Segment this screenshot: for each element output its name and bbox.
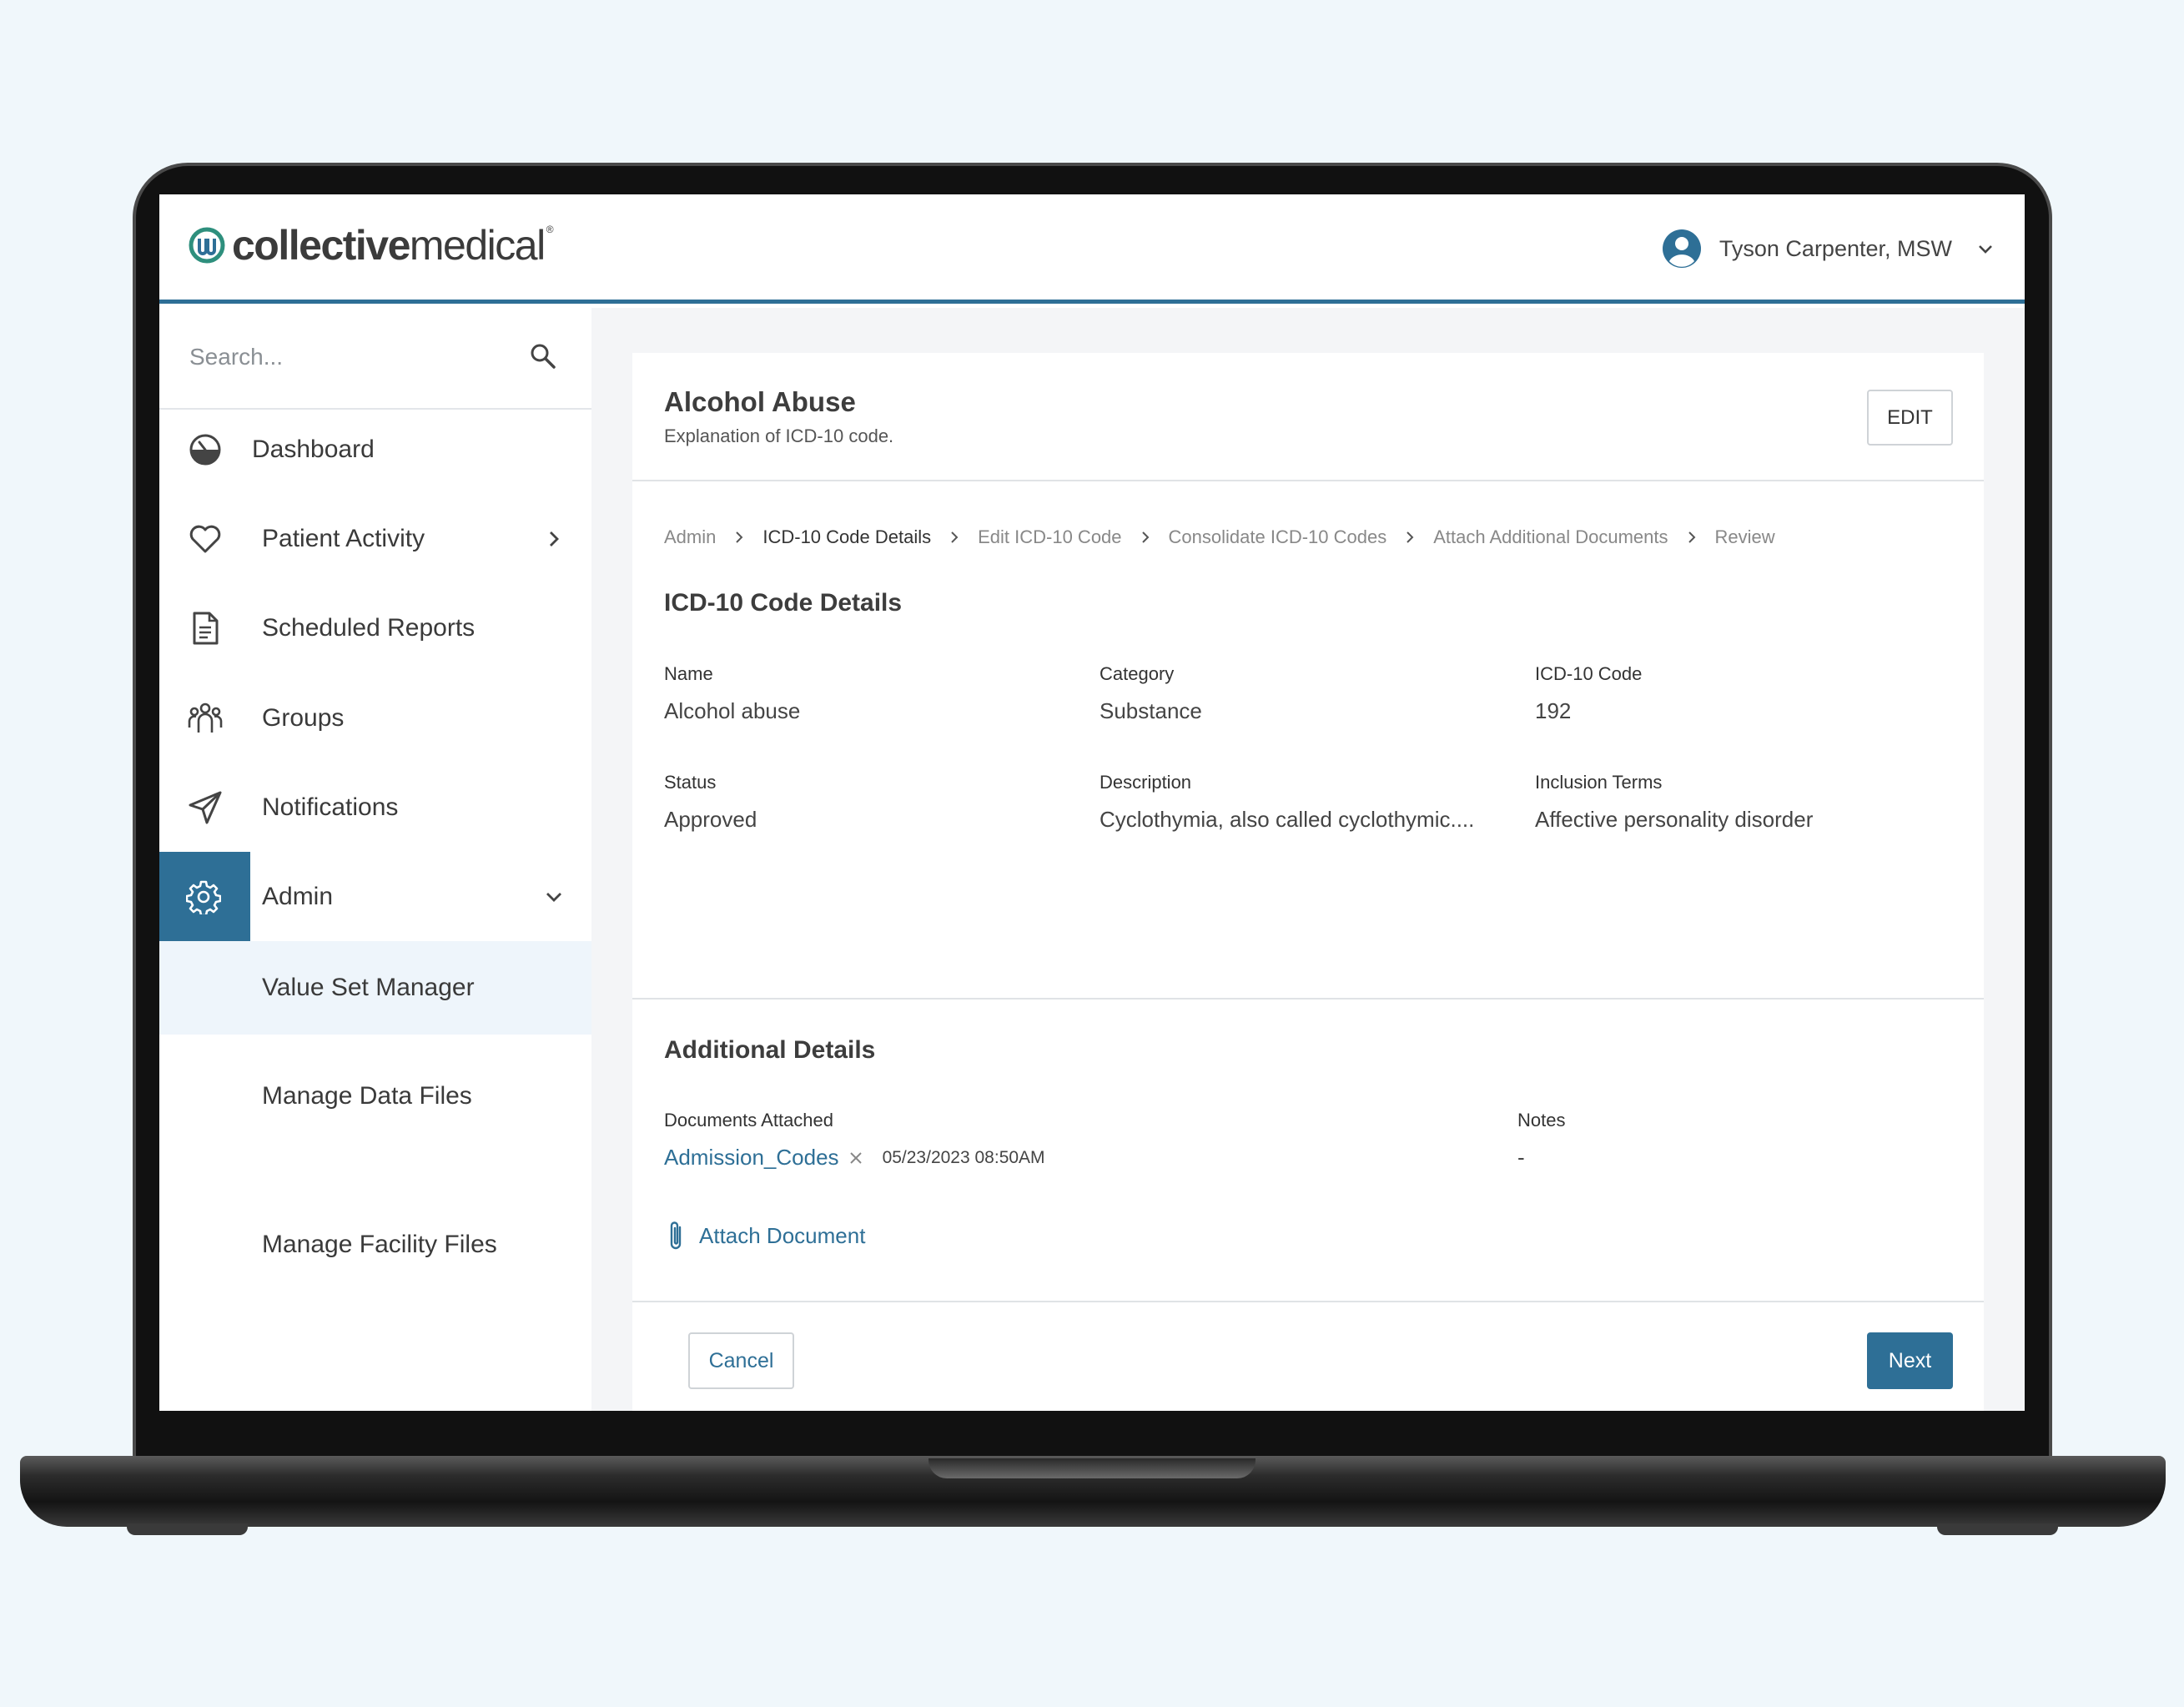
field-status: Status Approved xyxy=(664,772,757,833)
user-name: Tyson Carpenter, MSW xyxy=(1719,235,1952,261)
gear-icon xyxy=(186,880,221,914)
section-title-additional-details: Additional Details xyxy=(664,1036,876,1064)
close-icon[interactable] xyxy=(848,1150,864,1166)
field-value: Alcohol abuse xyxy=(664,698,801,723)
field-label: Notes xyxy=(1517,1110,1566,1130)
app-screen: collectivemedical® Tyson Carpenter, MSW xyxy=(159,194,2025,1411)
details-card: Alcohol Abuse Explanation of ICD-10 code… xyxy=(632,353,1984,1411)
field-value: - xyxy=(1517,1145,1525,1170)
breadcrumb-item-edit[interactable]: Edit ICD-10 Code xyxy=(978,526,1121,548)
field-name: Name Alcohol abuse xyxy=(664,663,800,724)
chevron-right-icon xyxy=(1141,531,1149,543)
field-icd10-code: ICD-10 Code 192 xyxy=(1535,663,1642,724)
chevron-right-icon xyxy=(736,531,743,543)
breadcrumb-item-admin[interactable]: Admin xyxy=(664,526,716,548)
sidebar-item-admin[interactable]: Admin xyxy=(159,852,591,941)
app-header: collectivemedical ® Tyson Carpenter, MSW xyxy=(159,194,2025,304)
search-input[interactable] xyxy=(189,336,506,378)
gauge-icon xyxy=(189,434,221,466)
chevron-down-icon[interactable] xyxy=(1975,239,1995,259)
field-inclusion-terms: Inclusion Terms Affective personality di… xyxy=(1535,772,1813,833)
field-label: ICD-10 Code xyxy=(1535,663,1643,684)
sidebar-subitem-label: Manage Facility Files xyxy=(262,1231,497,1258)
laptop-foot-left xyxy=(127,1523,248,1535)
sidebar-item-label: Scheduled Reports xyxy=(262,613,476,642)
sidebar-subitem-manage-facility-files[interactable]: Manage Facility Files xyxy=(159,1199,591,1291)
user-menu[interactable]: Tyson Carpenter, MSW xyxy=(1661,225,1995,272)
page-subtitle: Explanation of ICD-10 code. xyxy=(664,425,894,446)
sidebar-item-label: Admin xyxy=(262,882,334,910)
sidebar-item-scheduled-reports[interactable]: Scheduled Reports xyxy=(159,583,591,672)
sidebar-item-groups[interactable]: Groups xyxy=(159,673,591,763)
chevron-right-icon xyxy=(1407,531,1414,543)
breadcrumb-item-attach[interactable]: Attach Additional Documents xyxy=(1433,526,1668,548)
footer-divider xyxy=(632,1301,1984,1302)
next-button[interactable]: Next xyxy=(1867,1332,1953,1389)
sidebar: Dashboard Patient Activity Scheduled Rep… xyxy=(159,308,591,1411)
field-value: Cyclothymia, also called cyclothymic.... xyxy=(1100,807,1475,832)
card-header: Alcohol Abuse Explanation of ICD-10 code… xyxy=(632,353,1984,481)
field-label: Description xyxy=(1100,772,1192,793)
sidebar-item-label: Groups xyxy=(262,703,345,732)
chevron-right-icon xyxy=(550,531,559,546)
user-circle-icon xyxy=(1662,229,1701,268)
section-divider xyxy=(632,998,1984,1000)
edit-button[interactable]: EDIT xyxy=(1867,390,1953,446)
sidebar-item-label: Notifications xyxy=(262,793,399,821)
attach-document-label: Attach Document xyxy=(699,1222,866,1248)
breadcrumb-item-current: ICD-10 Code Details xyxy=(762,526,932,547)
field-label: Category xyxy=(1100,663,1175,684)
breadcrumb: Admin ICD-10 Code Details Edit ICD-10 Co… xyxy=(664,526,1775,548)
sidebar-item-label: Patient Activity xyxy=(262,524,425,552)
sidebar-subitem-label: Manage Data Files xyxy=(262,1082,472,1110)
cancel-button[interactable]: Cancel xyxy=(688,1332,794,1389)
sidebar-item-dashboard[interactable]: Dashboard xyxy=(159,405,591,494)
field-category: Category Substance xyxy=(1100,663,1202,724)
heart-icon xyxy=(189,525,221,553)
sidebar-subitem-label: Value Set Manager xyxy=(262,974,475,1001)
logo-text: collectivemedical ® xyxy=(232,222,554,269)
search-bar xyxy=(159,308,591,410)
field-value: Substance xyxy=(1100,698,1202,723)
sidebar-item-notifications[interactable]: Notifications xyxy=(159,763,591,852)
field-value: Affective personality disorder xyxy=(1535,807,1814,832)
notes-field: Notes - xyxy=(1517,1110,1565,1171)
field-value: Approved xyxy=(664,807,757,832)
field-value: 192 xyxy=(1535,698,1572,723)
chevron-right-icon xyxy=(951,531,959,543)
document-row: Admission_Codes 05/23/2023 08:50AM xyxy=(664,1145,1045,1171)
chevron-right-icon xyxy=(1688,531,1695,543)
document-date: 05/23/2023 08:50AM xyxy=(882,1147,1045,1167)
paperclip-icon xyxy=(670,1221,682,1250)
documents-attached: Documents Attached Admission_Codes 05/23… xyxy=(664,1110,1045,1171)
sidebar-item-label: Dashboard xyxy=(252,435,375,463)
breadcrumb-item-consolidate[interactable]: Consolidate ICD-10 Codes xyxy=(1169,526,1387,548)
field-label: Inclusion Terms xyxy=(1535,772,1663,793)
sidebar-subitem-manage-data-files[interactable]: Manage Data Files xyxy=(159,1050,591,1142)
sidebar-subitem-value-set-manager[interactable]: Value Set Manager xyxy=(159,941,591,1035)
page-title: Alcohol Abuse xyxy=(664,386,856,417)
document-icon xyxy=(193,612,219,645)
attach-document-button[interactable]: Attach Document xyxy=(664,1219,865,1252)
paper-plane-icon xyxy=(189,791,222,824)
field-label: Status xyxy=(664,772,717,793)
field-description: Description Cyclothymia, also called cyc… xyxy=(1100,772,1474,833)
field-label: Name xyxy=(664,663,713,684)
document-link[interactable]: Admission_Codes xyxy=(664,1145,839,1171)
logo-mark-icon xyxy=(189,227,225,264)
laptop-notch xyxy=(928,1458,1256,1478)
main-content: Alcohol Abuse Explanation of ICD-10 code… xyxy=(591,308,2025,1411)
brand-logo[interactable]: collectivemedical ® xyxy=(189,222,554,269)
section-title-code-details: ICD-10 Code Details xyxy=(664,589,903,617)
field-label: Documents Attached xyxy=(664,1110,834,1130)
breadcrumb-item-review[interactable]: Review xyxy=(1715,526,1775,548)
laptop-foot-right xyxy=(1937,1523,2058,1535)
sidebar-item-patient-activity[interactable]: Patient Activity xyxy=(159,494,591,583)
chevron-down-icon xyxy=(546,892,561,902)
group-icon xyxy=(188,702,223,733)
search-icon[interactable] xyxy=(528,341,558,371)
